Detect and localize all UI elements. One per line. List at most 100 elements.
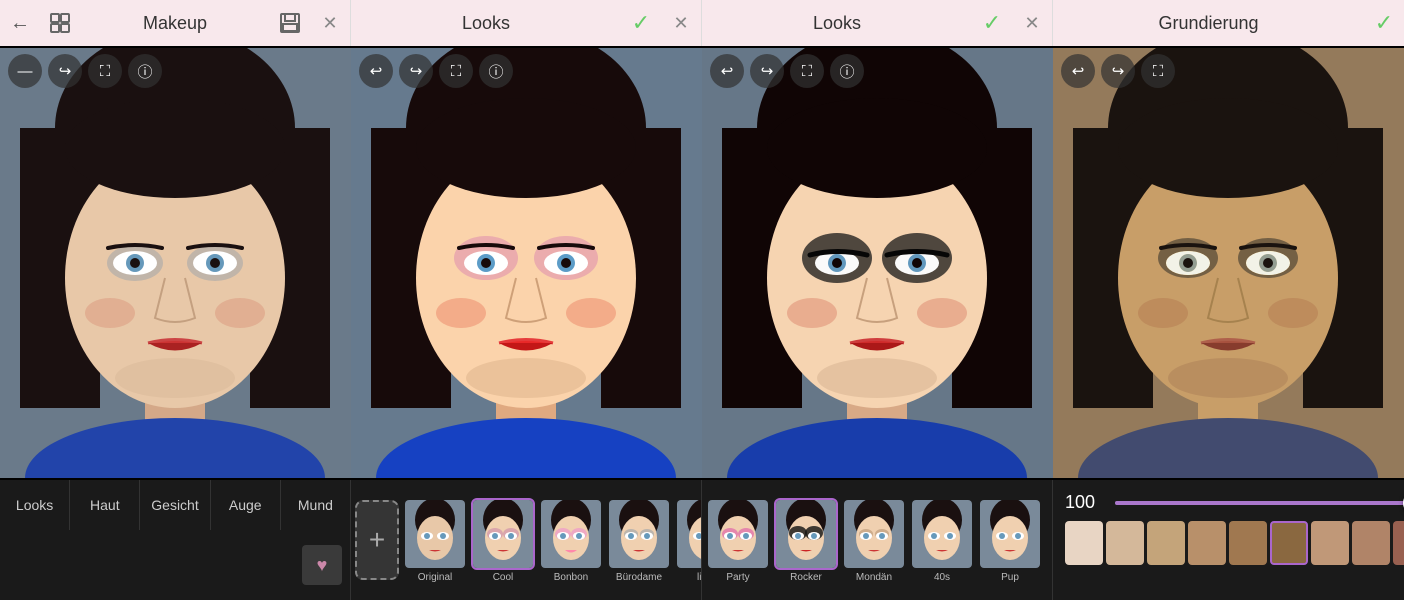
look-thumb-burodame[interactable]: Bürodame <box>607 498 671 583</box>
tab-mund[interactable]: Mund <box>281 480 350 530</box>
color-swatches <box>1065 521 1404 565</box>
look-thumb-original[interactable]: Original <box>403 498 467 583</box>
back-button[interactable]: ← <box>0 0 40 46</box>
image-panel-3: ↩ ↪ ⛶ ⓘ <box>702 46 1053 480</box>
look-thumb-party[interactable]: Party <box>706 498 770 583</box>
look-thumb-mondan[interactable]: Mondän <box>842 498 906 583</box>
top-section-looks-1: Looks ✓ ✕ <box>351 0 702 46</box>
check-button-2[interactable]: ✓ <box>621 0 661 46</box>
swatch-4[interactable] <box>1229 521 1267 565</box>
crop-button-1[interactable]: ⛶ <box>88 54 122 88</box>
look-thumb-img-bonbon <box>539 498 603 570</box>
panel-4-overlay: ↩ ↪ ⛶ <box>1053 46 1404 96</box>
panel-3-title: Looks <box>702 13 972 34</box>
back-button-2[interactable]: ↩ <box>359 54 393 88</box>
close-button-3[interactable]: ✕ <box>1012 0 1052 46</box>
look-thumb-cool[interactable]: Cool <box>471 498 535 583</box>
tab-haut[interactable]: Haut <box>70 480 140 530</box>
bottom-tabs-panel: Looks Haut Gesicht Auge Mund ♥ <box>0 480 351 600</box>
top-section-grundierung: Grundierung ✓ <box>1053 0 1404 46</box>
main-content: — ↪ ⛶ ⓘ <box>0 46 1404 480</box>
look-thumb-rocker[interactable]: Rocker <box>774 498 838 583</box>
look-thumb-img-pup <box>978 498 1042 570</box>
look-label-original: Original <box>418 572 452 583</box>
look-thumb-img-mondan <box>842 498 906 570</box>
slider-fill <box>1115 501 1404 505</box>
info-button-2[interactable]: ⓘ <box>479 54 513 88</box>
close-button-1[interactable]: ✕ <box>310 0 350 46</box>
crop-button-2[interactable]: ⛶ <box>439 54 473 88</box>
tab-looks[interactable]: Looks <box>0 480 70 530</box>
minus-button[interactable]: — <box>8 54 42 88</box>
info-button-3[interactable]: ⓘ <box>830 54 864 88</box>
look-label-party: Party <box>726 572 749 583</box>
look-label-pup: Pup <box>1001 572 1019 583</box>
tab-auge[interactable]: Auge <box>211 480 281 530</box>
forward-button-4[interactable]: ↪ <box>1101 54 1135 88</box>
look-thumb-img-lisch <box>675 498 702 570</box>
face-image-3 <box>702 46 1053 480</box>
close-button-2[interactable]: ✕ <box>661 0 701 46</box>
look-label-mondan: Mondän <box>856 572 892 583</box>
looks-carousel-2: Party Rocker Mondän 40s Pup <box>702 480 1053 600</box>
check-button-3[interactable]: ✓ <box>972 0 1012 46</box>
panel-2-title: Looks <box>351 13 621 34</box>
face-image-4 <box>1053 46 1404 480</box>
looks-carousel: + Original Cool Bonbon Bürodame <box>351 480 702 600</box>
crop-button-4[interactable]: ⛶ <box>1141 54 1175 88</box>
look-thumb-img-burodame <box>607 498 671 570</box>
back-button-4[interactable]: ↩ <box>1061 54 1095 88</box>
swatch-8[interactable] <box>1393 521 1404 565</box>
panel-2-overlay: ↩ ↪ ⛶ ⓘ <box>351 46 702 96</box>
image-panel-1: — ↪ ⛶ ⓘ <box>0 46 351 480</box>
look-thumb-40s[interactable]: 40s <box>910 498 974 583</box>
panel-1-overlay: — ↪ ⛶ ⓘ <box>0 46 351 96</box>
crop-button-3[interactable]: ⛶ <box>790 54 824 88</box>
opacity-slider-row: 100 <box>1065 492 1404 513</box>
bottom-bar: Looks Haut Gesicht Auge Mund ♥ + Origina… <box>0 480 1404 600</box>
back-button-3[interactable]: ↩ <box>710 54 744 88</box>
look-label-burodame: Bürodame <box>616 572 662 583</box>
grundierung-controls: 100 <box>1053 480 1404 600</box>
image-panel-2: ↩ ↪ ⛶ ⓘ <box>351 46 702 480</box>
opacity-slider-track[interactable] <box>1115 501 1404 505</box>
look-thumb-pup[interactable]: Pup <box>978 498 1042 583</box>
panel-4-title: Grundierung <box>1053 13 1364 34</box>
grid-icon-button[interactable] <box>40 0 80 46</box>
look-thumb-bonbon[interactable]: Bonbon <box>539 498 603 583</box>
swatch-0[interactable] <box>1065 521 1103 565</box>
swatch-5[interactable] <box>1270 521 1308 565</box>
swatch-1[interactable] <box>1106 521 1144 565</box>
redo-button[interactable]: ↪ <box>48 54 82 88</box>
look-thumb-img-cool <box>471 498 535 570</box>
top-section-makeup: ← Makeup ✕ <box>0 0 351 46</box>
heart-button[interactable]: ♥ <box>302 545 342 585</box>
panel-3-overlay: ↩ ↪ ⛶ ⓘ <box>702 46 1053 96</box>
swatch-3[interactable] <box>1188 521 1226 565</box>
forward-button-2[interactable]: ↪ <box>399 54 433 88</box>
slider-value: 100 <box>1065 492 1105 513</box>
info-button-1[interactable]: ⓘ <box>128 54 162 88</box>
swatch-7[interactable] <box>1352 521 1390 565</box>
save-button[interactable] <box>270 0 310 46</box>
look-thumb-img-party <box>706 498 770 570</box>
looks-tabs: Looks Haut Gesicht Auge Mund <box>0 480 350 530</box>
top-bar: ← Makeup ✕ Looks ✓ ✕ Looks ✓ ✕ <box>0 0 1404 46</box>
look-thumb-img-original <box>403 498 467 570</box>
look-label-rocker: Rocker <box>790 572 822 583</box>
swatch-2[interactable] <box>1147 521 1185 565</box>
face-image-1 <box>0 46 351 480</box>
add-look-button[interactable]: + <box>355 500 399 580</box>
look-thumb-img-rocker <box>774 498 838 570</box>
top-section-looks-2: Looks ✓ ✕ <box>702 0 1053 46</box>
swatch-6[interactable] <box>1311 521 1349 565</box>
bottom-actions: ♥ <box>0 530 350 600</box>
look-thumb-lisch[interactable]: lisch <box>675 498 702 583</box>
look-label-40s: 40s <box>934 572 950 583</box>
forward-button-3[interactable]: ↪ <box>750 54 784 88</box>
look-label-bonbon: Bonbon <box>554 572 588 583</box>
panel-1-title: Makeup <box>80 13 270 34</box>
check-button-4[interactable]: ✓ <box>1364 0 1404 46</box>
tab-gesicht[interactable]: Gesicht <box>140 480 210 530</box>
image-panel-4: ↩ ↪ ⛶ <box>1053 46 1404 480</box>
